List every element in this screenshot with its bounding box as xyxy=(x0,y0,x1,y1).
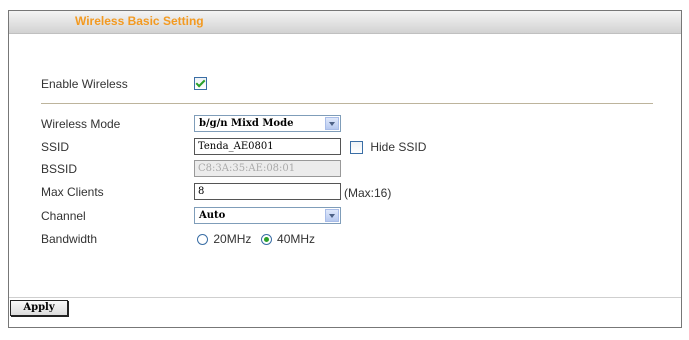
enable-wireless-label: Enable Wireless xyxy=(41,77,128,91)
page-title: Wireless Basic Setting xyxy=(75,14,204,28)
bandwidth-label: Bandwidth xyxy=(41,232,98,246)
wireless-mode-select[interactable]: b/g/n Mixd Mode xyxy=(194,115,341,132)
chevron-down-icon[interactable] xyxy=(325,117,339,130)
bssid-row: BSSID C8:3A:35:AE:08:01 xyxy=(9,159,681,179)
ssid-label: SSID xyxy=(41,140,70,154)
footer-divider xyxy=(9,297,681,298)
hide-ssid-checkbox[interactable] xyxy=(350,141,363,155)
bandwidth-row: Bandwidth 20MHz 40MHz xyxy=(9,229,681,249)
divider xyxy=(41,103,653,104)
wireless-mode-value: b/g/n Mixd Mode xyxy=(199,118,294,129)
bandwidth-40mhz-radio[interactable] xyxy=(260,234,272,246)
wireless-mode-label: Wireless Mode xyxy=(41,117,121,131)
channel-row: Channel Auto xyxy=(9,206,681,226)
bandwidth-20mhz-label: 20MHz xyxy=(213,232,252,246)
bssid-field: C8:3A:35:AE:08:01 xyxy=(194,160,341,177)
enable-wireless-row: Enable Wireless xyxy=(9,74,681,94)
channel-label: Channel xyxy=(41,209,86,223)
title-bar: Wireless Basic Setting xyxy=(9,11,681,34)
max-clients-label: Max Clients xyxy=(41,185,104,199)
chevron-down-icon[interactable] xyxy=(325,209,339,222)
channel-value: Auto xyxy=(199,210,226,221)
ssid-row: SSID Tenda_AE0801 Hide SSID xyxy=(9,137,681,157)
settings-panel: Wireless Basic Setting Enable Wireless W… xyxy=(8,10,682,328)
bandwidth-40mhz-label: 40MHz xyxy=(277,232,316,246)
wireless-mode-row: Wireless Mode b/g/n Mixd Mode xyxy=(9,114,681,134)
bandwidth-20mhz-radio[interactable] xyxy=(197,234,208,246)
max-clients-input[interactable]: 8 xyxy=(194,183,341,200)
bssid-label: BSSID xyxy=(41,162,78,176)
channel-select[interactable]: Auto xyxy=(194,207,341,224)
enable-wireless-checkbox[interactable] xyxy=(194,77,207,91)
max-clients-hint: (Max:16) xyxy=(344,186,392,200)
apply-button[interactable]: Apply xyxy=(10,300,68,316)
ssid-input[interactable]: Tenda_AE0801 xyxy=(194,138,341,155)
max-clients-row: Max Clients 8 (Max:16) xyxy=(9,182,681,202)
hide-ssid-label: Hide SSID xyxy=(370,140,427,154)
